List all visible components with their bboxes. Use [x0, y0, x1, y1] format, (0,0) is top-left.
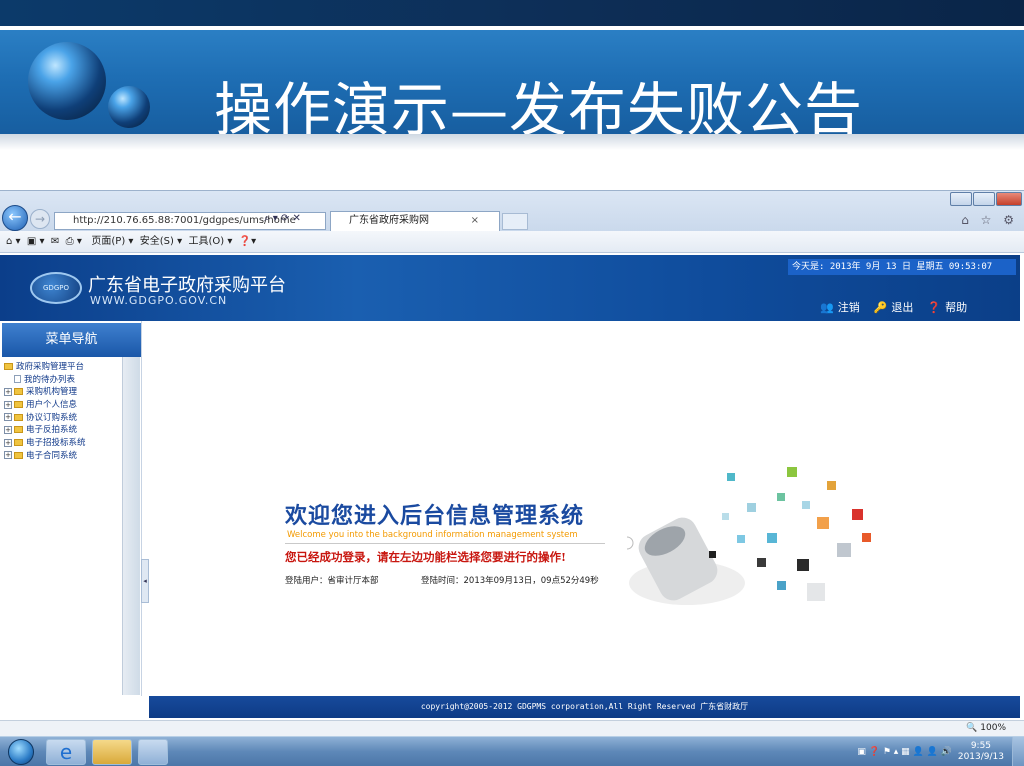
show-desktop-button[interactable] [1012, 737, 1024, 766]
close-window-button[interactable] [996, 192, 1022, 206]
tree-item-agency[interactable]: + 采购机构管理 [4, 386, 86, 399]
key-icon: 🔑 [873, 301, 888, 314]
banner-underline [0, 134, 1024, 150]
welcome-message: 您已经成功登录，请在左边功能栏选择您要进行的操作! [285, 550, 567, 564]
zoom-control[interactable]: 🔍 100% [966, 721, 1006, 736]
browser-status-bar: 🔍 100% [0, 720, 1024, 736]
folder-icon [14, 401, 23, 409]
expand-icon[interactable]: + [4, 425, 12, 434]
question-icon: ❓ [927, 301, 942, 314]
back-icon[interactable]: ← [2, 205, 28, 231]
new-tab-button[interactable] [502, 213, 528, 230]
expand-icon[interactable]: + [4, 387, 12, 396]
tree-item-contract[interactable]: + 电子合同系统 [4, 450, 86, 463]
system-tray: ▣ ❓ ⚑ ▴ ▦ 👤 👤 🔊 9:55 2013/9/13 [857, 739, 1004, 765]
welcome-title: 欢迎您进入后台信息管理系统 [285, 503, 585, 529]
tree-item-profile[interactable]: + 用户个人信息 [4, 399, 86, 412]
tab-title: 广东省政府采购网 [349, 215, 429, 226]
home-favorites-tools-icons[interactable]: ⌂ ☆ ⚙ [961, 213, 1018, 227]
sidebar-title: 菜单导航 [2, 323, 141, 357]
site-header: GDGPO 广东省电子政府采购平台 WWW.GDGPO.GOV.CN 今天是: … [0, 255, 1020, 321]
sidebar-scrollbar[interactable] [122, 357, 140, 695]
tree-item-agreement[interactable]: + 协议订购系统 [4, 412, 86, 425]
main-content: 欢迎您进入后台信息管理系统 Welcome you into the backg… [149, 321, 1020, 696]
tree-item-reverse-auction[interactable]: + 电子反拍系统 [4, 424, 86, 437]
browser-tab[interactable]: 广东省政府采购网 × [330, 211, 500, 231]
forward-icon[interactable]: → [30, 209, 50, 229]
page-footer: copyright@2005-2012 GDGPMS corporation,A… [149, 696, 1020, 718]
site-logo: GDGPO [30, 272, 82, 304]
menu-page[interactable]: 页面(P) ▾ [91, 236, 133, 247]
logout-link[interactable]: 👥 注销 [820, 299, 860, 315]
expand-icon[interactable]: + [4, 451, 12, 460]
expand-icon[interactable]: + [4, 438, 12, 447]
menu-tree: 政府采购管理平台 我的待办列表 + 采购机构管理 + 用户个人信息 + 协议订购系统 … [4, 361, 86, 463]
slide-top-bar [0, 0, 1024, 26]
exit-link[interactable]: 🔑 退出 [874, 299, 914, 315]
welcome-divider [285, 543, 605, 544]
login-time: 登陆时间：2013年09月13日，09点52分49秒 [421, 576, 599, 586]
folder-open-icon [4, 363, 13, 370]
browser-window: ← → http://210.76.65.88:7001/gdgpes/ums/… [0, 190, 1024, 736]
current-date: 今天是: 2013年 9月 13 日 星期五 09:53:07 [788, 259, 1016, 275]
slide-banner: 操作演示—发布失败公告 [0, 30, 1024, 144]
clock[interactable]: 9:55 2013/9/13 [958, 741, 1004, 763]
expand-icon[interactable]: + [4, 413, 12, 422]
expand-icon[interactable]: + [4, 400, 12, 409]
tree-item-tender[interactable]: + 电子招投标系统 [4, 437, 86, 450]
taskbar-explorer-icon[interactable] [92, 739, 132, 765]
maximize-button[interactable] [973, 192, 995, 206]
site-url: WWW.GDGPO.GOV.CN [90, 294, 228, 307]
browser-tab-row: ← → http://210.76.65.88:7001/gdgpes/ums/… [0, 191, 1024, 231]
tab-close-icon[interactable]: × [471, 212, 479, 230]
minimize-button[interactable] [950, 192, 972, 206]
collapse-sidebar-handle[interactable]: ◂ [141, 559, 149, 603]
globe-logo-icon [28, 42, 106, 120]
taskbar-player-icon[interactable] [138, 739, 168, 765]
cubes-illustration [627, 467, 871, 605]
address-tools[interactable]: ⌕ ▾ ⟳ ✕ [264, 213, 301, 224]
command-icons[interactable]: ⌂ ▾ ▣ ▾ ✉ ⎙ ▾ [6, 236, 88, 247]
folder-icon [14, 413, 23, 421]
document-icon [14, 375, 21, 384]
start-button[interactable] [8, 739, 34, 765]
folder-icon [14, 426, 23, 434]
tree-item-todo[interactable]: 我的待办列表 [4, 374, 86, 387]
menu-security[interactable]: 安全(S) ▾ [140, 236, 182, 247]
folder-icon [14, 439, 23, 447]
window-controls [950, 192, 1022, 206]
command-bar: ⌂ ▾ ▣ ▾ ✉ ⎙ ▾ 页面(P) ▾ 安全(S) ▾ 工具(O) ▾ ❓▾ [0, 231, 1024, 253]
slide: 操作演示—发布失败公告 ← → http://210.76.65.88:7001… [0, 0, 1024, 766]
tree-item-root[interactable]: 政府采购管理平台 [4, 361, 86, 374]
users-icon: 👥 [820, 301, 834, 314]
web-page: GDGPO 广东省电子政府采购平台 WWW.GDGPO.GOV.CN 今天是: … [0, 253, 1024, 719]
help-link[interactable]: ❓ 帮助 [927, 299, 967, 315]
tray-icons[interactable]: ▣ ❓ ⚑ ▴ ▦ 👤 👤 🔊 [857, 747, 951, 757]
small-globe-icon [108, 86, 150, 128]
folder-icon [14, 388, 23, 396]
help-icon[interactable]: ❓▾ [239, 236, 256, 247]
taskbar: e ▣ ❓ ⚑ ▴ ▦ 👤 👤 🔊 9:55 2013/9/13 [0, 736, 1024, 766]
login-user: 登陆用户：省审计厅本部 [285, 576, 379, 586]
folder-icon [14, 451, 23, 459]
header-actions: 👥 注销 🔑 退出 ❓ 帮助 [820, 299, 967, 315]
menu-tools[interactable]: 工具(O) ▾ [189, 236, 233, 247]
taskbar-ie-icon[interactable]: e [46, 739, 86, 765]
welcome-subtitle: Welcome you into the background informat… [287, 530, 578, 540]
sidebar: 菜单导航 政府采购管理平台 我的待办列表 + 采购机构管理 + 用户个人信息 + 协议… [0, 321, 142, 696]
